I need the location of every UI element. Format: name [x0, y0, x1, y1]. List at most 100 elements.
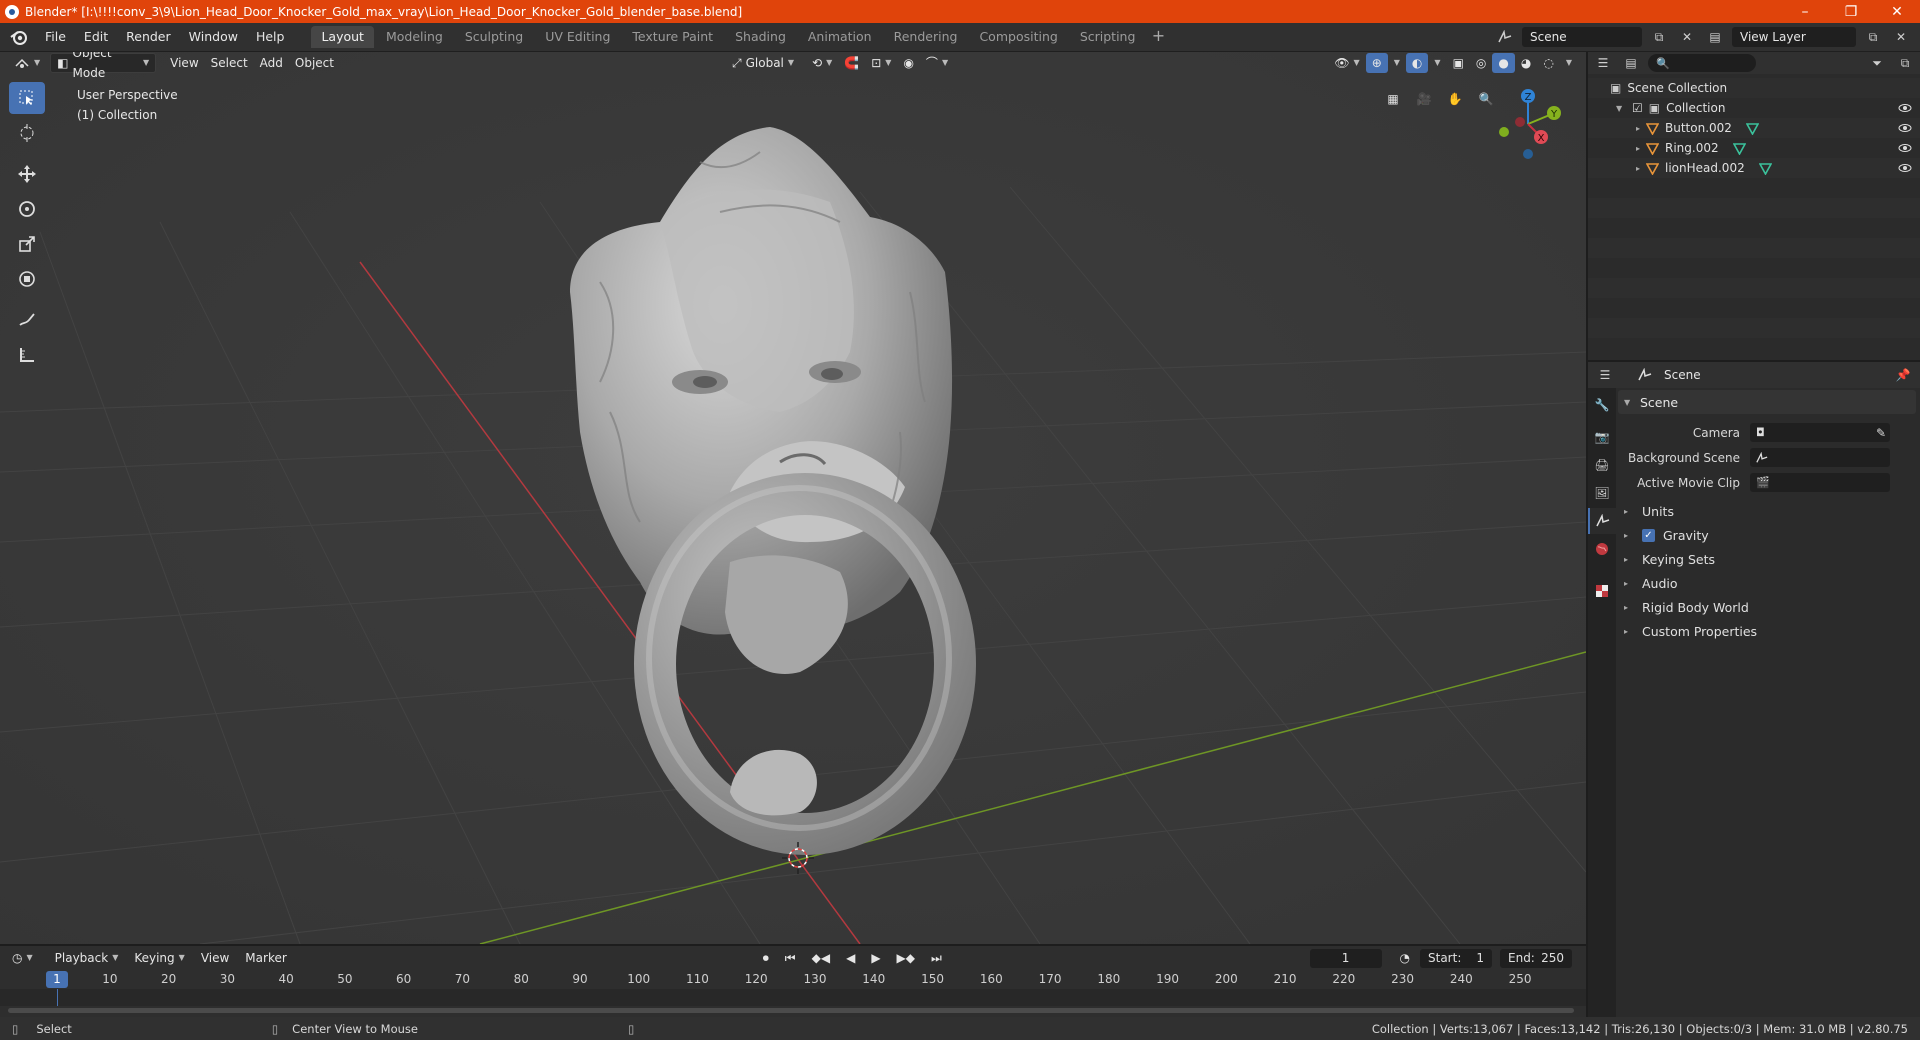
- display-mode-icon[interactable]: ▤: [1620, 53, 1642, 73]
- tab-modeling[interactable]: Modeling: [376, 26, 453, 48]
- outliner-scene-collection[interactable]: ▣ Scene Collection: [1588, 78, 1920, 98]
- tab-shading[interactable]: Shading: [725, 26, 796, 48]
- tab-tool[interactable]: 🔧: [1588, 392, 1616, 418]
- blender-menu-icon[interactable]: [10, 28, 28, 46]
- playback-menu[interactable]: Playback ▼: [49, 948, 125, 968]
- move-tool[interactable]: [9, 158, 45, 190]
- start-frame-field[interactable]: Start: 1: [1420, 948, 1492, 968]
- expand-object-icon[interactable]: ▸: [1636, 144, 1646, 153]
- pivot-point-icon[interactable]: ⟲ ▼: [806, 53, 838, 73]
- select-box-tool[interactable]: [9, 82, 45, 114]
- viewport-menu-view[interactable]: View: [164, 53, 204, 73]
- tab-sculpting[interactable]: Sculpting: [455, 26, 533, 48]
- preview-range-icon[interactable]: ◔: [1394, 948, 1416, 968]
- tab-texture-paint[interactable]: Texture Paint: [622, 26, 723, 48]
- xray-toggle-icon[interactable]: ▣: [1447, 53, 1470, 73]
- orientation-dropdown[interactable]: ⤢ Global ▼: [726, 53, 800, 73]
- next-keyframe-button[interactable]: ▶◆: [891, 948, 921, 968]
- close-button[interactable]: ✕: [1874, 0, 1920, 23]
- solid-shading-icon[interactable]: ●: [1492, 53, 1515, 73]
- camera-field[interactable]: ◘ ✎: [1750, 423, 1890, 442]
- snap-target-icon[interactable]: ⊡ ▼: [865, 53, 897, 73]
- eye-icon[interactable]: [1898, 101, 1912, 115]
- minimize-button[interactable]: –: [1782, 0, 1828, 23]
- jump-start-button[interactable]: ⏮: [779, 948, 802, 968]
- eyedropper-icon[interactable]: ✎: [1876, 426, 1886, 440]
- timeline-scrollbar[interactable]: [8, 1008, 1574, 1013]
- tab-animation[interactable]: Animation: [798, 26, 882, 48]
- falloff-icon[interactable]: ⌒ ▼: [920, 53, 954, 73]
- rotate-tool[interactable]: [9, 193, 45, 225]
- snap-icon[interactable]: 🧲: [838, 53, 865, 73]
- record-button[interactable]: ⏺: [757, 948, 775, 968]
- gravity-checkbox[interactable]: ✓: [1642, 528, 1655, 542]
- filter-icon[interactable]: ⏷: [1866, 53, 1888, 73]
- play-reverse-button[interactable]: ◀: [840, 948, 861, 968]
- tab-texture[interactable]: [1588, 578, 1616, 604]
- tab-render[interactable]: 📷: [1588, 424, 1616, 450]
- delete-view-layer-icon[interactable]: ✕: [1890, 27, 1912, 47]
- gizmo-toggle-icon[interactable]: ⊕: [1365, 53, 1388, 73]
- tab-uv-editing[interactable]: UV Editing: [535, 26, 620, 48]
- viewport-menu-object[interactable]: Object: [289, 53, 340, 73]
- camera-view-icon[interactable]: 🎥: [1411, 86, 1437, 112]
- maximize-button[interactable]: ❐: [1828, 0, 1874, 23]
- viewport-menu-select[interactable]: Select: [205, 53, 254, 73]
- measure-tool[interactable]: [9, 339, 45, 371]
- pan-hand-icon[interactable]: ✋: [1442, 86, 1468, 112]
- outliner-object-button[interactable]: ▸ Button.002: [1588, 118, 1920, 138]
- new-view-layer-icon[interactable]: ⧉: [1862, 27, 1884, 47]
- visibility-icon[interactable]: 👁 ▼: [1328, 53, 1365, 73]
- marker-menu[interactable]: Marker: [239, 948, 292, 968]
- mesh-data-icon[interactable]: [1745, 122, 1759, 135]
- play-button[interactable]: ▶: [865, 948, 886, 968]
- eye-icon[interactable]: [1898, 161, 1912, 175]
- tab-compositing[interactable]: Compositing: [969, 26, 1067, 48]
- new-collection-icon[interactable]: ⧉: [1894, 53, 1916, 73]
- mode-dropdown[interactable]: ◧ Object Mode ▼: [50, 52, 157, 80]
- gizmo-neg-x-icon[interactable]: [1515, 117, 1525, 127]
- annotate-tool[interactable]: [9, 304, 45, 336]
- new-scene-icon[interactable]: ⧉: [1648, 27, 1670, 47]
- navigation-gizmo[interactable]: Z Y X: [1490, 84, 1570, 164]
- view-layer-icon[interactable]: ▤: [1704, 27, 1726, 47]
- outliner-collection[interactable]: ▼ ☑ ▣ Collection: [1588, 98, 1920, 118]
- 3d-viewport[interactable]: ▼ ◧ Object Mode ▼ View Select Add Object…: [0, 52, 1586, 944]
- tab-rendering[interactable]: Rendering: [884, 26, 968, 48]
- tab-scene[interactable]: [1588, 508, 1616, 534]
- outliner-search-input[interactable]: 🔍: [1648, 54, 1756, 72]
- gravity-panel[interactable]: ▸ ✓ Gravity: [1618, 523, 1916, 547]
- expand-object-icon[interactable]: ▸: [1636, 164, 1646, 173]
- keying-menu[interactable]: Keying ▼: [128, 948, 190, 968]
- timeline-track[interactable]: [0, 989, 1586, 1006]
- material-shading-icon[interactable]: ◕: [1515, 53, 1537, 73]
- scene-name-field[interactable]: Scene: [1522, 27, 1642, 47]
- expand-collection-icon[interactable]: ▼: [1616, 104, 1626, 113]
- units-panel[interactable]: ▸ Units: [1618, 499, 1916, 523]
- properties-editor-icon[interactable]: ☰: [1594, 365, 1616, 385]
- audio-panel[interactable]: ▸ Audio: [1618, 571, 1916, 595]
- rigid-body-world-panel[interactable]: ▸ Rigid Body World: [1618, 595, 1916, 619]
- tab-scripting[interactable]: Scripting: [1070, 26, 1146, 48]
- active-movie-clip-field[interactable]: 🎬: [1750, 473, 1890, 492]
- editor-type-icon[interactable]: ▼: [8, 53, 46, 73]
- timeline-ruler[interactable]: 1 10 20 30 40 50 60 70 80 90 100 110 120 130 140 150 16…: [0, 971, 1586, 989]
- jump-end-button[interactable]: ⏭: [925, 948, 948, 968]
- grid-view-icon[interactable]: ▦: [1380, 86, 1406, 112]
- scene-selector-icon[interactable]: [1494, 27, 1516, 47]
- current-frame-indicator[interactable]: 1: [46, 971, 68, 988]
- gizmo-neg-y-icon[interactable]: [1499, 127, 1509, 137]
- outliner-object-lionhead[interactable]: ▸ lionHead.002: [1588, 158, 1920, 178]
- transform-tool[interactable]: [9, 263, 45, 295]
- outliner-editor-icon[interactable]: ☰: [1592, 53, 1614, 73]
- menu-file[interactable]: File: [36, 26, 75, 48]
- outliner-object-ring[interactable]: ▸ Ring.002: [1588, 138, 1920, 158]
- gizmo-dropdown-icon[interactable]: ▼: [1388, 53, 1406, 73]
- gizmo-neg-z-icon[interactable]: [1523, 149, 1533, 159]
- mesh-data-icon[interactable]: [1758, 162, 1772, 175]
- mesh-data-icon[interactable]: [1732, 142, 1746, 155]
- collection-checkbox[interactable]: ☑: [1632, 101, 1643, 115]
- wireframe-shading-icon[interactable]: ◎: [1470, 53, 1492, 73]
- custom-properties-panel[interactable]: ▸ Custom Properties: [1618, 619, 1916, 643]
- tab-layout[interactable]: Layout: [311, 26, 374, 48]
